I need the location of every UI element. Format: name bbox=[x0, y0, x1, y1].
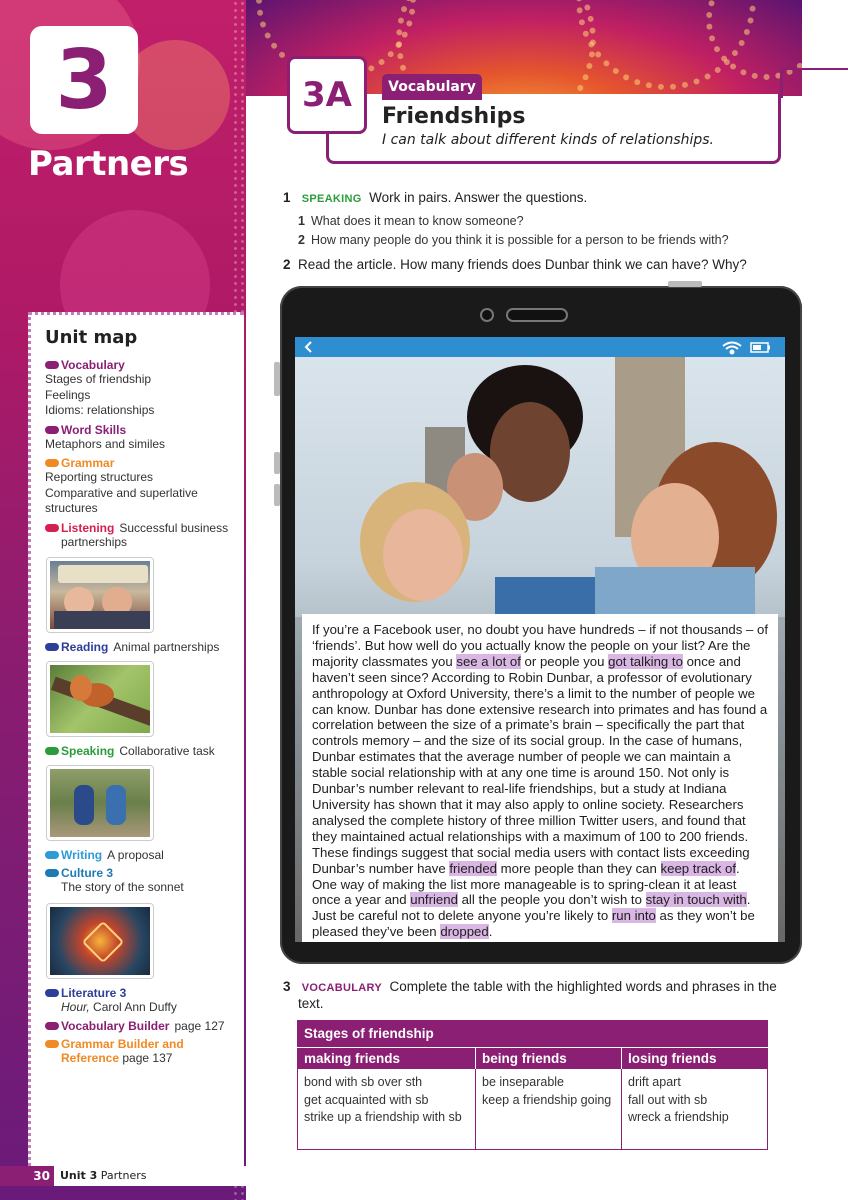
lesson-code: 3A bbox=[287, 56, 367, 134]
heart-lights-photo bbox=[46, 902, 154, 979]
highlighted-phrase: see a lot of bbox=[456, 653, 521, 669]
tablet-button bbox=[668, 281, 702, 287]
article-text-run: . bbox=[488, 924, 493, 940]
exercise-1: 1 SPEAKING Work in pairs. Answer the que… bbox=[283, 190, 588, 205]
map-item: Comparative and superlative bbox=[45, 485, 198, 500]
pill-icon bbox=[45, 425, 59, 434]
unit-number: 3 bbox=[30, 26, 138, 134]
tablet-button bbox=[274, 452, 280, 474]
highlighted-phrase: stay in touch with bbox=[645, 892, 747, 908]
pill-icon bbox=[45, 523, 59, 532]
map-word-skills[interactable]: Word Skills bbox=[45, 423, 244, 437]
battery-icon bbox=[750, 342, 770, 353]
unit-map: Unit map Vocabulary Stages of friendship… bbox=[28, 312, 244, 1172]
map-grammar-builder[interactable]: Grammar Builder and bbox=[45, 1037, 244, 1051]
lesson-title: Friendships bbox=[382, 104, 526, 129]
map-item: partnerships bbox=[61, 534, 128, 549]
unit-map-title: Unit map bbox=[45, 327, 138, 348]
map-literature[interactable]: Literature 3 bbox=[45, 986, 244, 1000]
article-text-run: more people than they can bbox=[497, 860, 661, 876]
footer-label: Unit 3 Partners bbox=[60, 1169, 147, 1182]
pill-icon bbox=[45, 1022, 59, 1030]
question: 2 How many people do you think it is poss… bbox=[298, 233, 729, 247]
map-writing[interactable]: Writing A proposal bbox=[45, 848, 244, 862]
highlighted-phrase: friended bbox=[449, 860, 498, 876]
map-item: structures bbox=[45, 501, 98, 515]
page-number: 30 bbox=[0, 1166, 54, 1186]
exercise-3-cont: text. bbox=[298, 996, 324, 1011]
map-vocabulary-builder[interactable]: Vocabulary Builder page 127 bbox=[45, 1019, 244, 1033]
map-reading[interactable]: Reading Animal partnerships bbox=[45, 640, 244, 654]
map-item: The story of the sonnet bbox=[61, 880, 184, 894]
table-cell: bond with sb over sth get acquainted wit… bbox=[304, 1075, 462, 1124]
highlighted-phrase: keep track of bbox=[660, 860, 737, 876]
pill-icon bbox=[45, 459, 59, 467]
map-speaking[interactable]: Speaking Collaborative task bbox=[45, 744, 244, 758]
map-item: Feelings bbox=[45, 387, 91, 402]
article-text-run: all the people you don’t wish to bbox=[457, 892, 646, 908]
highlighted-phrase: unfriend bbox=[410, 892, 458, 908]
tablet-button bbox=[274, 362, 280, 396]
pill-icon bbox=[45, 643, 59, 651]
map-listening[interactable]: Listening Successful business bbox=[45, 521, 244, 535]
exercise-2: 2 Read the article. How many friends doe… bbox=[283, 257, 747, 272]
back-chevron-icon bbox=[304, 341, 312, 353]
map-item: Reference page 137 bbox=[61, 1051, 173, 1065]
runners-photo bbox=[46, 765, 154, 841]
pill-icon bbox=[45, 1040, 59, 1048]
map-grammar[interactable]: Grammar bbox=[45, 456, 244, 470]
listening-photo bbox=[46, 557, 154, 633]
pill-icon bbox=[45, 869, 59, 877]
article-text-run: or people you bbox=[520, 653, 609, 669]
table-title: Stages of friendship bbox=[297, 1020, 768, 1047]
article-paragraph: If you’re a Facebook user, no doubt you … bbox=[312, 622, 768, 940]
highlighted-phrase: dropped bbox=[440, 924, 489, 940]
map-item: Idioms: relationships bbox=[45, 403, 155, 417]
unit-title: Partners bbox=[28, 144, 189, 184]
highlighted-phrase: run into bbox=[611, 908, 656, 924]
highlighted-phrase: got talking to bbox=[608, 653, 683, 669]
map-item: Metaphors and similes bbox=[45, 436, 166, 451]
tablet-button bbox=[274, 484, 280, 506]
article-text: If you’re a Facebook user, no doubt you … bbox=[302, 614, 778, 942]
pill-icon bbox=[45, 988, 59, 997]
map-culture[interactable]: Culture 3 bbox=[45, 866, 244, 880]
squirrel-photo bbox=[46, 661, 154, 737]
table-header: being friends bbox=[475, 1046, 622, 1069]
lesson-tab: Vocabulary bbox=[382, 74, 482, 100]
question: 1 What does it mean to know someone? bbox=[298, 214, 524, 228]
table-cell: be inseparable keep a friendship going bbox=[475, 1069, 622, 1149]
pill-icon bbox=[45, 361, 59, 369]
speaker-icon bbox=[506, 308, 568, 322]
table-header: making friends bbox=[297, 1046, 476, 1069]
article-text-run: once and haven’t seen since? According t… bbox=[312, 653, 768, 876]
header-rule bbox=[780, 68, 848, 70]
lesson-aim: I can talk about different kinds of rela… bbox=[382, 132, 715, 148]
table-cell: drift apart fall out with sb wreck a fri… bbox=[621, 1069, 768, 1149]
map-item: Hour, Carol Ann Duffy bbox=[61, 999, 177, 1014]
pill-icon bbox=[45, 851, 59, 859]
map-vocabulary[interactable]: Vocabulary bbox=[45, 358, 244, 372]
wifi-icon bbox=[722, 341, 742, 355]
status-bar bbox=[295, 337, 785, 357]
camera-icon bbox=[480, 308, 494, 322]
pill-icon bbox=[45, 747, 59, 755]
map-item: Reporting structures bbox=[45, 470, 154, 484]
table-header: losing friends bbox=[621, 1046, 768, 1069]
exercise-3: 3 VOCABULARY Complete the table with the… bbox=[283, 979, 777, 994]
map-item: Stages of friendship bbox=[45, 372, 152, 386]
vocabulary-table: Stages of friendship making friends bein… bbox=[297, 1020, 768, 1150]
